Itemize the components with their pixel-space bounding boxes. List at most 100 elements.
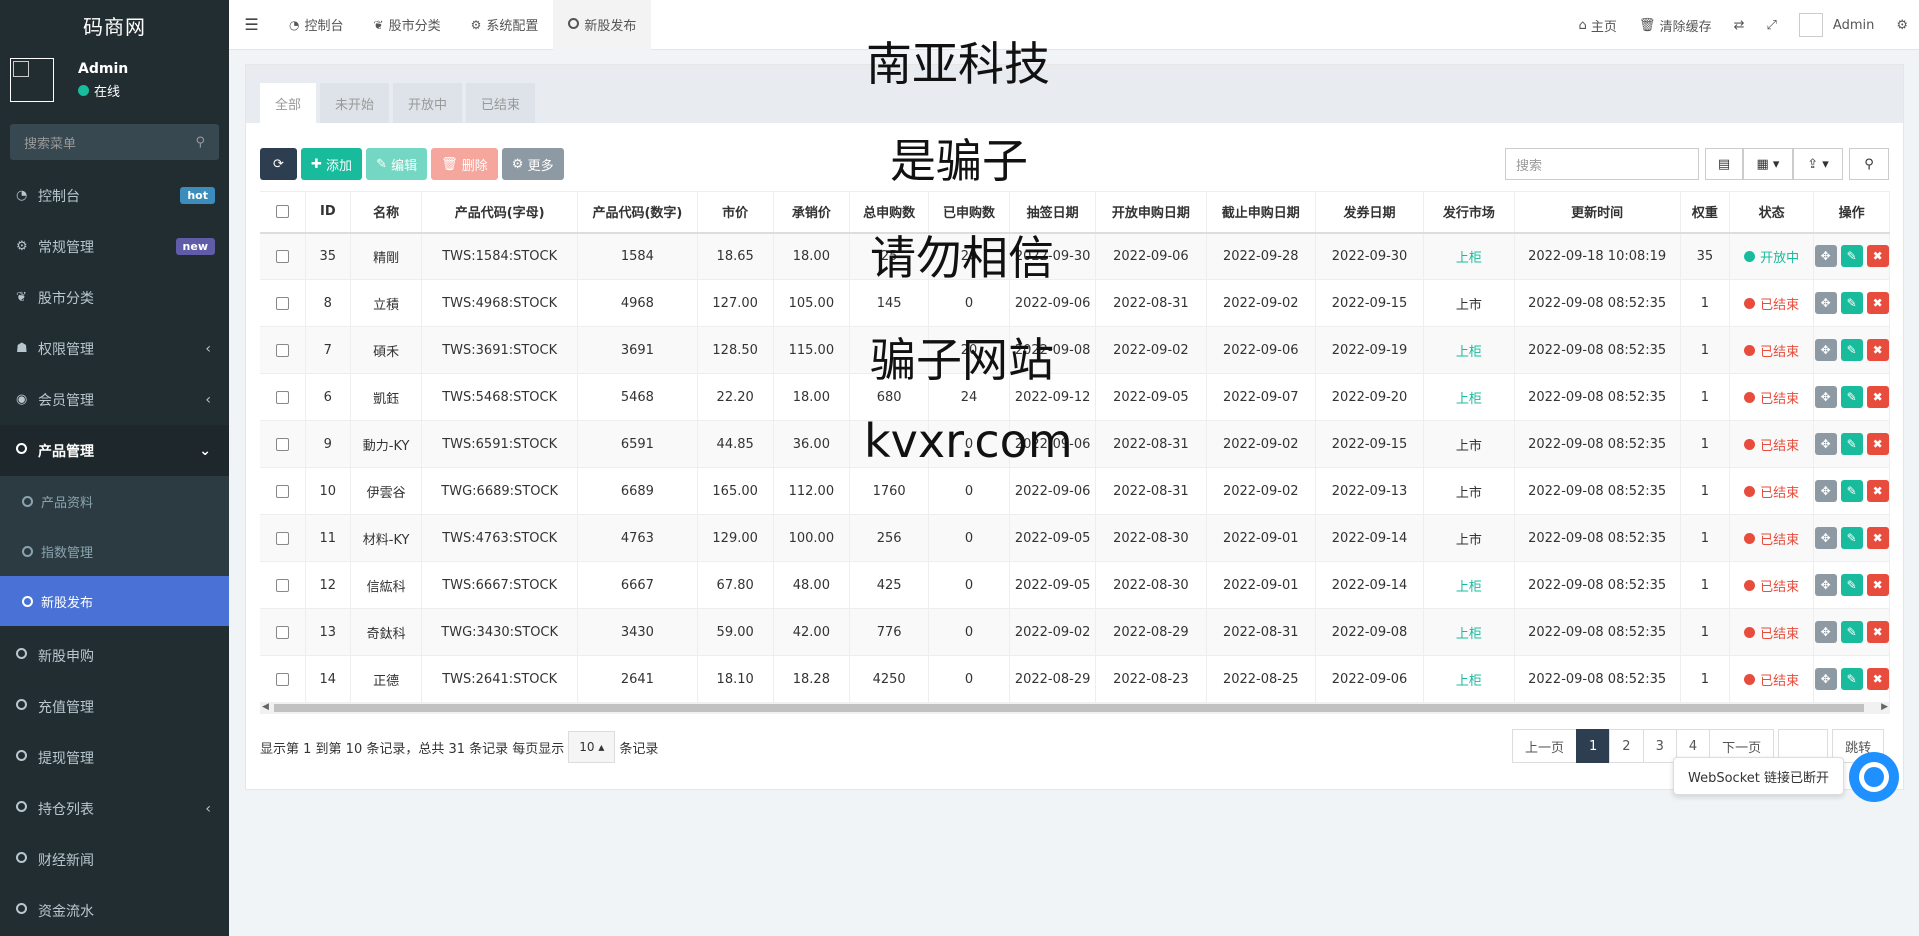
trash-icon[interactable]: ✖ bbox=[1866, 339, 1889, 361]
row-checkbox[interactable] bbox=[260, 232, 306, 280]
trash-icon[interactable]: ✖ bbox=[1866, 245, 1889, 268]
tab-system-config[interactable]: ⚙ 系统配置 bbox=[456, 0, 554, 50]
column-header[interactable]: 名称 bbox=[350, 191, 423, 234]
trash-icon[interactable]: ✖ bbox=[1866, 480, 1889, 502]
scroll-left-icon[interactable]: ◀ bbox=[262, 702, 269, 712]
move-icon[interactable]: ✥ bbox=[1814, 574, 1837, 596]
scroll-thumb[interactable] bbox=[274, 704, 1864, 712]
row-checkbox[interactable] bbox=[260, 655, 306, 703]
pencil-icon[interactable]: ✎ bbox=[1840, 386, 1863, 408]
row-checkbox[interactable] bbox=[260, 561, 306, 609]
move-icon[interactable]: ✥ bbox=[1814, 668, 1837, 691]
sidebar-item-recharge[interactable]: 充值管理 bbox=[0, 681, 229, 732]
column-header[interactable]: 开放申购日期 bbox=[1095, 191, 1207, 234]
table-row[interactable]: 14 正德 TWS:2641:STOCK 2641 18.10 18.28 4250 0 202… bbox=[260, 655, 1890, 703]
table-row[interactable]: 13 奇鈦科 TWG:3430:STOCK 3430 59.00 42.00 776 0 202… bbox=[260, 608, 1890, 656]
settings-gear-icon[interactable]: ⚙ bbox=[1885, 18, 1919, 33]
trash-icon[interactable]: ✖ bbox=[1866, 433, 1889, 455]
logo[interactable]: 码商网 bbox=[0, 0, 229, 50]
pencil-icon[interactable]: ✎ bbox=[1840, 339, 1863, 361]
page-1-button[interactable]: 1 bbox=[1576, 729, 1611, 763]
row-checkbox[interactable] bbox=[260, 467, 306, 515]
sidebar-item-ipo-subscribe[interactable]: 新股申购 bbox=[0, 630, 229, 681]
column-header[interactable]: 操作 bbox=[1813, 191, 1890, 234]
home-link[interactable]: ⌂ 主页 bbox=[1568, 16, 1628, 35]
table-search-input[interactable]: 搜索 bbox=[1505, 148, 1699, 180]
column-header[interactable]: 承销价 bbox=[773, 191, 851, 234]
pencil-icon[interactable]: ✎ bbox=[1840, 527, 1863, 549]
refresh-button[interactable]: ⟳ bbox=[260, 148, 297, 180]
tab-all[interactable]: 全部 bbox=[260, 83, 317, 123]
export-dropdown-icon[interactable]: ⇪ ▾ bbox=[1793, 148, 1843, 180]
table-row[interactable]: 12 信紘科 TWS:6667:STOCK 6667 67.80 48.00 425 0 202… bbox=[260, 561, 1890, 609]
sidebar-item-positions[interactable]: 持仓列表 ‹ bbox=[0, 783, 229, 834]
column-header[interactable]: 市价 bbox=[697, 191, 774, 234]
toggle-view-icon[interactable]: ▤ bbox=[1705, 148, 1743, 180]
table-row[interactable]: 9 動力-KY TWS:6591:STOCK 6591 44.85 36.00 0 2022-… bbox=[260, 420, 1890, 468]
more-button[interactable]: ⚙ 更多 bbox=[501, 148, 564, 180]
trash-icon[interactable]: ✖ bbox=[1866, 621, 1889, 643]
pencil-icon[interactable]: ✎ bbox=[1840, 292, 1863, 314]
row-checkbox[interactable] bbox=[260, 373, 306, 421]
trash-icon[interactable]: ✖ bbox=[1866, 668, 1889, 691]
column-header[interactable]: 产品代码(数字) bbox=[577, 191, 698, 234]
trash-icon[interactable]: ✖ bbox=[1866, 292, 1889, 314]
pencil-icon[interactable]: ✎ bbox=[1840, 433, 1863, 455]
page-size-select[interactable]: 10 ▴ bbox=[568, 731, 616, 763]
row-checkbox[interactable] bbox=[260, 326, 306, 374]
tab-ended[interactable]: 已结束 bbox=[466, 83, 536, 123]
language-toggle-icon[interactable]: ⇄ bbox=[1723, 18, 1756, 33]
table-row[interactable]: 6 凱鈺 TWS:5468:STOCK 5468 22.20 18.00 680 24 2022… bbox=[260, 373, 1890, 421]
move-icon[interactable]: ✥ bbox=[1814, 245, 1837, 268]
column-header[interactable]: ID bbox=[305, 191, 351, 234]
menu-toggle-icon[interactable]: ☰ bbox=[229, 15, 274, 34]
sidebar-item-index[interactable]: 指数管理 bbox=[0, 526, 229, 576]
pencil-icon[interactable]: ✎ bbox=[1840, 574, 1863, 596]
sidebar-item-dashboard[interactable]: ◔ 控制台 hot bbox=[0, 170, 229, 221]
sidebar-item-ipo-release[interactable]: 新股发布 bbox=[0, 576, 229, 626]
column-header[interactable]: 更新时间 bbox=[1514, 191, 1681, 234]
scroll-right-icon[interactable]: ▶ bbox=[1881, 702, 1888, 712]
move-icon[interactable]: ✥ bbox=[1814, 621, 1837, 643]
table-row[interactable]: 35 精剛 TWS:1584:STOCK 1584 18.65 18.00 25 20 2022… bbox=[260, 232, 1890, 280]
page-3-button[interactable]: 3 bbox=[1642, 729, 1677, 763]
move-icon[interactable]: ✥ bbox=[1814, 480, 1837, 502]
row-checkbox[interactable] bbox=[260, 608, 306, 656]
prev-page-button[interactable]: 上一页 bbox=[1512, 729, 1578, 763]
pencil-icon[interactable]: ✎ bbox=[1840, 621, 1863, 643]
row-checkbox[interactable] bbox=[260, 514, 306, 562]
trash-icon[interactable]: ✖ bbox=[1866, 527, 1889, 549]
pencil-icon[interactable]: ✎ bbox=[1840, 668, 1863, 691]
move-icon[interactable]: ✥ bbox=[1814, 527, 1837, 549]
menu-search-input[interactable]: 搜索菜单 ⚲ bbox=[10, 124, 219, 160]
move-icon[interactable]: ✥ bbox=[1814, 292, 1837, 314]
move-icon[interactable]: ✥ bbox=[1814, 386, 1837, 408]
sidebar-item-product-info[interactable]: 产品资料 bbox=[0, 476, 229, 526]
row-checkbox[interactable] bbox=[260, 279, 306, 327]
sidebar-item-permissions[interactable]: ☗ 权限管理 ‹ bbox=[0, 323, 229, 374]
column-header[interactable]: 截止申购日期 bbox=[1206, 191, 1316, 234]
table-row[interactable]: 7 碩禾 TWS:3691:STOCK 3691 128.50 115.00 20 2022-… bbox=[260, 326, 1890, 374]
sidebar-item-withdraw[interactable]: 提现管理 bbox=[0, 732, 229, 783]
sidebar-item-news[interactable]: 财经新闻 bbox=[0, 834, 229, 885]
trash-icon[interactable]: ✖ bbox=[1866, 386, 1889, 408]
move-icon[interactable]: ✥ bbox=[1814, 433, 1837, 455]
column-header[interactable]: 产品代码(字母) bbox=[421, 191, 578, 234]
table-row[interactable]: 10 伊雲谷 TWG:6689:STOCK 6689 165.00 112.00 1760 0… bbox=[260, 467, 1890, 515]
sidebar-item-members[interactable]: ◉ 会员管理 ‹ bbox=[0, 374, 229, 425]
clear-cache-button[interactable]: 🗑 清除缓存 bbox=[1628, 16, 1723, 35]
columns-dropdown-icon[interactable]: ▦ ▾ bbox=[1743, 148, 1793, 180]
horizontal-scrollbar[interactable]: ◀ ▶ bbox=[260, 702, 1890, 714]
move-icon[interactable]: ✥ bbox=[1814, 339, 1837, 361]
page-2-button[interactable]: 2 bbox=[1609, 729, 1644, 763]
tab-open[interactable]: 开放中 bbox=[393, 83, 463, 123]
chat-bubble-icon[interactable] bbox=[1849, 752, 1899, 802]
column-header[interactable]: 权重 bbox=[1680, 191, 1731, 234]
trash-icon[interactable]: ✖ bbox=[1866, 574, 1889, 596]
table-row[interactable]: 8 立積 TWS:4968:STOCK 4968 127.00 105.00 145 0 202… bbox=[260, 279, 1890, 327]
column-header[interactable]: 状态 bbox=[1729, 191, 1815, 234]
sidebar-item-products[interactable]: 产品管理 ⌄ bbox=[0, 425, 229, 476]
table-row[interactable]: 11 材料-KY TWS:4763:STOCK 4763 129.00 100.00 256… bbox=[260, 514, 1890, 562]
column-header[interactable]: 发券日期 bbox=[1315, 191, 1425, 234]
delete-button[interactable]: 🗑 删除 bbox=[431, 148, 498, 180]
